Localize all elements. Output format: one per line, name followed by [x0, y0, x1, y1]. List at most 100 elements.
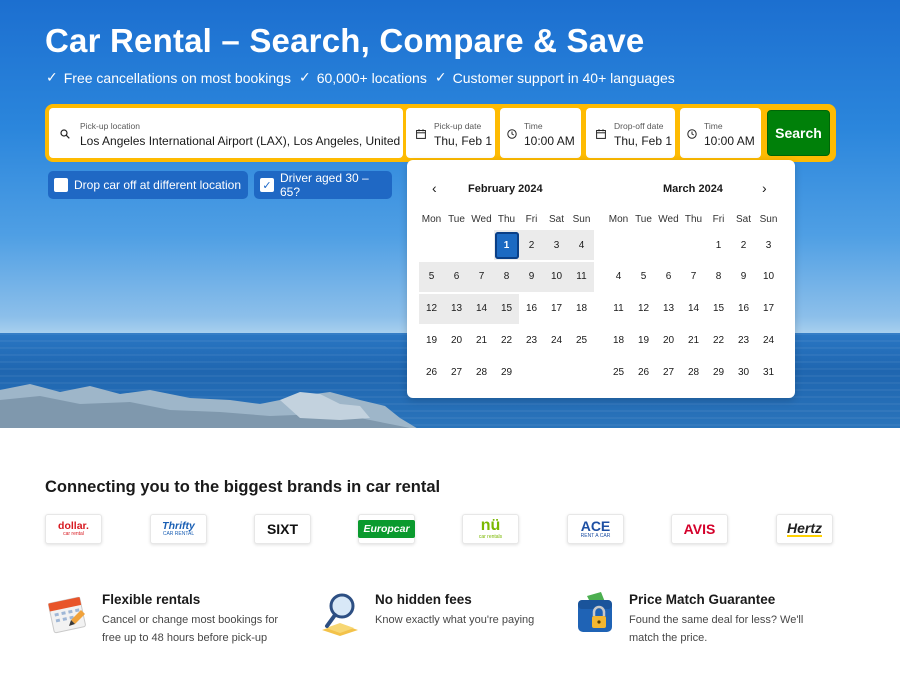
check-icon: ✓: [298, 69, 311, 85]
calendar-day[interactable]: 29: [706, 357, 731, 387]
calendar-day[interactable]: 31: [756, 357, 781, 387]
calendar-day[interactable]: 5: [631, 262, 656, 292]
magnifier-illustration-icon: [322, 593, 358, 636]
month-title: March 2024: [663, 183, 723, 195]
checkbox-checked-icon[interactable]: ✓: [260, 178, 274, 192]
calendar-icon: [596, 129, 606, 139]
calendar-day[interactable]: 11: [569, 261, 594, 292]
calendar-day[interactable]: 12: [631, 294, 656, 324]
next-month-chevron-icon[interactable]: ›: [762, 180, 767, 196]
calendar-day[interactable]: 13: [656, 294, 681, 324]
calendar-day[interactable]: 17: [756, 294, 781, 324]
calendar-day[interactable]: 16: [519, 294, 544, 324]
brand-subtitle: RENT A CAR: [580, 533, 611, 539]
calendar-day[interactable]: 13: [444, 293, 469, 324]
calendar-day[interactable]: 3: [544, 230, 569, 260]
perk-label: Free cancellations on most bookings: [63, 69, 291, 86]
perks-list: ✓ Free cancellations on most bookings ✓ 60…: [46, 69, 675, 86]
month-title: February 2024: [468, 183, 543, 195]
calendar-day[interactable]: 10: [756, 262, 781, 292]
calendar-day[interactable]: 23: [731, 325, 756, 355]
pickup-location-value[interactable]: Los Angeles International Airport (LAX),…: [80, 134, 401, 148]
calendar-day[interactable]: 17: [544, 294, 569, 324]
calendar-day[interactable]: 27: [656, 357, 681, 387]
calendar-day[interactable]: 6: [656, 262, 681, 292]
calendar-day[interactable]: 22: [494, 325, 519, 355]
calendar-day[interactable]: 23: [519, 325, 544, 355]
calendar-day[interactable]: 9: [519, 261, 544, 292]
brand-subtitle: car rental: [63, 531, 84, 538]
calendar-day[interactable]: 3: [756, 230, 781, 260]
calendar-day[interactable]: 18: [606, 325, 631, 355]
calendar-day[interactable]: 4: [569, 230, 594, 260]
calendar-day[interactable]: 15: [706, 294, 731, 324]
weekday-header: Thu: [497, 214, 516, 225]
calendar-day[interactable]: 30: [731, 357, 756, 387]
calendar-day[interactable]: 8: [706, 262, 731, 292]
selected-day[interactable]: 1: [494, 231, 519, 259]
checkbox-unchecked[interactable]: [54, 178, 68, 192]
calendar-day[interactable]: 27: [444, 357, 469, 387]
different-location-checkbox[interactable]: Drop car off at different location: [48, 171, 248, 199]
calendar-day[interactable]: 1: [706, 230, 731, 260]
calendar-day[interactable]: 6: [444, 261, 469, 292]
calendar-day[interactable]: 19: [419, 325, 444, 355]
calendar-day[interactable]: 9: [731, 262, 756, 292]
pickup-date-field[interactable]: Pick-up date Thu, Feb 1: [406, 108, 495, 158]
calendar-day[interactable]: 15: [494, 293, 519, 324]
calendar-day[interactable]: 22: [706, 325, 731, 355]
calendar-day[interactable]: 26: [631, 357, 656, 387]
brand-name: ACE: [580, 518, 611, 534]
calendar-day[interactable]: 11: [606, 294, 631, 324]
calendar-day[interactable]: 2: [519, 230, 544, 260]
calendar-day[interactable]: 5: [419, 261, 444, 292]
calendar-day[interactable]: 2: [731, 230, 756, 260]
driver-age-checkbox[interactable]: ✓ Driver aged 30 – 65?: [254, 171, 392, 199]
calendar-day[interactable]: 8: [494, 261, 519, 292]
pickup-location-field[interactable]: Pick-up location Los Angeles Internation…: [49, 108, 403, 158]
different-location-label: Drop car off at different location: [74, 178, 241, 192]
dropoff-date-field[interactable]: Drop-off date Thu, Feb 1: [586, 108, 675, 158]
calendar-day[interactable]: 4: [606, 262, 631, 292]
brand-name: dollar.: [58, 519, 89, 532]
brand-logo: Europcar: [358, 514, 415, 544]
clock-icon: [687, 129, 697, 139]
calendar-day[interactable]: 14: [681, 294, 706, 324]
calendar-day[interactable]: 21: [469, 325, 494, 355]
calendar-day[interactable]: 24: [544, 325, 569, 355]
feature-title: No hidden fees: [375, 592, 472, 607]
calendar-day[interactable]: 25: [569, 325, 594, 355]
calendar-day[interactable]: 24: [756, 325, 781, 355]
dropoff-date-value[interactable]: Thu, Feb 1: [614, 134, 672, 148]
calendar-day[interactable]: 28: [469, 357, 494, 387]
calendar-day[interactable]: 19: [631, 325, 656, 355]
calendar-day[interactable]: 26: [419, 357, 444, 387]
brand-name: Hertz: [786, 520, 822, 537]
dropoff-time-value[interactable]: 10:00 AM: [704, 134, 755, 148]
weekday-header: Fri: [712, 214, 725, 225]
weekday-header: Sun: [759, 214, 778, 225]
calendar-day[interactable]: 14: [469, 293, 494, 324]
calendar-day[interactable]: 28: [681, 357, 706, 387]
calendar-day[interactable]: 20: [656, 325, 681, 355]
calendar-day[interactable]: 12: [419, 293, 444, 324]
pickup-date-value[interactable]: Thu, Feb 1: [434, 134, 492, 148]
calendar-day[interactable]: 1: [494, 230, 519, 260]
dropoff-time-field[interactable]: Time 10:00 AM: [680, 108, 761, 158]
calendar-day[interactable]: 16: [731, 294, 756, 324]
calendar-day[interactable]: 18: [569, 294, 594, 324]
calendar-day[interactable]: 29: [494, 357, 519, 387]
prev-month-chevron-icon[interactable]: ‹: [432, 180, 437, 196]
calendar-day[interactable]: 7: [469, 261, 494, 292]
search-button[interactable]: Search: [767, 110, 830, 156]
pickup-time-field[interactable]: Time 10:00 AM: [500, 108, 581, 158]
calendar-day[interactable]: 21: [681, 325, 706, 355]
weekday-header: Thu: [684, 214, 703, 225]
calendar-day[interactable]: 7: [681, 262, 706, 292]
weekday-header: Fri: [525, 214, 538, 225]
calendar-day[interactable]: 20: [444, 325, 469, 355]
pickup-location-label: Pick-up location: [80, 121, 141, 131]
calendar-day[interactable]: 25: [606, 357, 631, 387]
pickup-time-value[interactable]: 10:00 AM: [524, 134, 575, 148]
calendar-day[interactable]: 10: [544, 261, 569, 292]
